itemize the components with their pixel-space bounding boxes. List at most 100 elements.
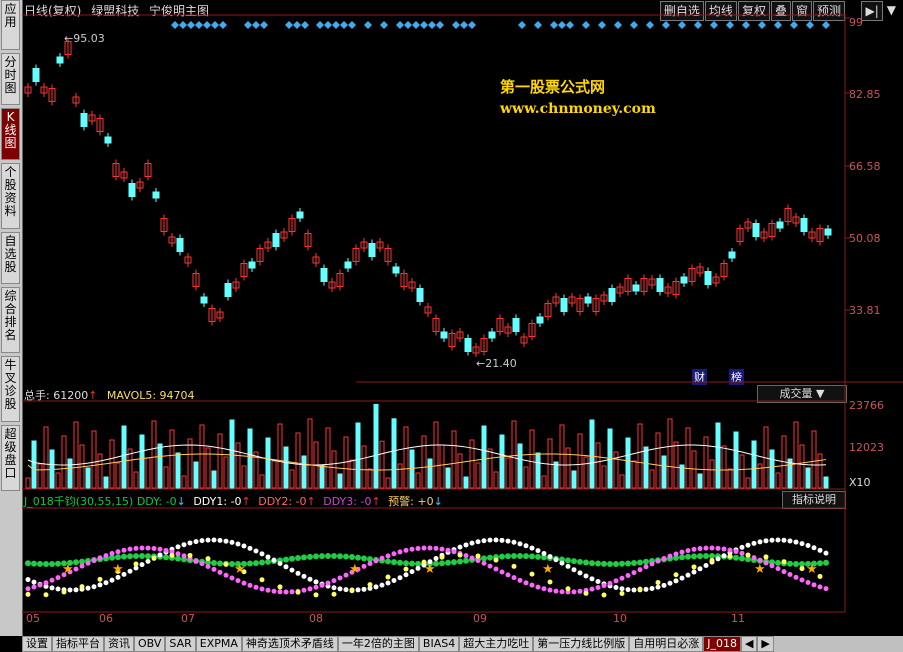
tab-settings[interactable]: 设置 [22, 636, 52, 652]
volume-bar [43, 426, 49, 489]
signal-marker [646, 21, 654, 29]
ddy2-dot [427, 545, 433, 551]
volume-bar [271, 460, 277, 489]
tab-tomorrow-rise[interactable]: 自用明日必涨 [629, 636, 704, 652]
ddy1-dot [157, 552, 163, 558]
scroll-left-icon[interactable]: ◀ [740, 636, 758, 652]
ddy-dot [817, 560, 823, 567]
ddy1-dot [385, 580, 391, 586]
candle-body [656, 278, 664, 292]
tab-big-money[interactable]: 超大主力吃吐 [459, 636, 534, 652]
volume-bar [577, 433, 583, 489]
ddy-dot [793, 560, 799, 567]
ddy3-dot [187, 552, 193, 558]
signal-marker [662, 21, 670, 29]
ddy-dot [487, 554, 493, 561]
ddy1-dot [703, 562, 709, 568]
signal-marker [566, 21, 574, 29]
candle-body [488, 331, 496, 339]
signal-marker [614, 21, 622, 29]
volume-bar [145, 457, 151, 489]
ddy2-dot [703, 545, 709, 551]
ddy-dot [145, 553, 151, 560]
ddy3-dot [493, 557, 499, 563]
scroll-right-icon[interactable]: ▶ [757, 636, 774, 652]
volume-bar [631, 460, 637, 489]
chart-canvas[interactable]: ★ ★ ★ ★ ★ ★ ★ ★ [0, 0, 903, 636]
volume-bar [133, 471, 139, 489]
ddy1-dot [583, 573, 589, 579]
ddy3-dot [223, 561, 229, 567]
ddy1-dot [109, 577, 115, 583]
ddy3-dot [25, 591, 31, 597]
ddy2-dot [805, 580, 811, 586]
ddy-dot [619, 560, 625, 567]
tab-news[interactable]: 资讯 [104, 636, 134, 652]
ddy-dot [625, 560, 631, 567]
ddy1-dot [649, 585, 655, 591]
ddy-dot [73, 559, 79, 566]
volume-bar [733, 431, 739, 489]
ddy-dot [115, 554, 121, 561]
ddy1-dot [25, 577, 31, 583]
tab-j018[interactable]: J_018 [703, 636, 741, 652]
volume-bar [163, 466, 169, 489]
tab-expma[interactable]: EXPMA [195, 636, 242, 652]
ddy-dot [385, 558, 391, 565]
volume-bar [715, 422, 721, 489]
ddy2-dot [781, 569, 787, 575]
tab-top-selection[interactable]: 神奇选顶术矛盾线 [241, 636, 338, 652]
ddy1-dot [577, 570, 583, 576]
candle-body [536, 316, 544, 324]
ddy-dot [253, 560, 259, 567]
volume-bar [361, 445, 367, 489]
ddy-dot [529, 553, 535, 560]
ddy1-dot [535, 548, 541, 554]
signal-marker [630, 21, 638, 29]
ddy2-dot [31, 584, 37, 590]
ddy1-dot [373, 584, 379, 590]
volume-bar [175, 452, 181, 489]
warning-star-icon: ★ [754, 562, 766, 577]
ddy3-dot [385, 574, 391, 580]
signal-marker [726, 21, 734, 29]
candle-body [32, 68, 40, 82]
ddy2-dot [439, 546, 445, 552]
ddy1-dot [511, 539, 517, 545]
tab-obv[interactable]: OBV [134, 636, 166, 652]
candle-body [440, 331, 448, 339]
ddy2-dot [793, 574, 799, 580]
ddy3-dot [799, 566, 805, 572]
ddy1-dot [31, 579, 37, 585]
volume-bar [745, 477, 751, 489]
ddy1-dot [523, 543, 529, 549]
ddy3-dot [673, 572, 679, 578]
volume-bar [31, 440, 37, 489]
ddy1-dot [805, 543, 811, 549]
ddy2-dot [769, 563, 775, 569]
volume-bar [601, 465, 607, 489]
volume-bar [415, 472, 421, 489]
volume-bar [97, 453, 103, 489]
ddy-dot [247, 560, 253, 567]
tab-indicator-platform[interactable]: 指标平台 [52, 636, 104, 652]
tab-sar[interactable]: SAR [165, 636, 196, 652]
ddy2-dot [691, 546, 697, 552]
candle-body [224, 283, 232, 297]
ddy2-dot [613, 578, 619, 584]
ddy-dot [499, 553, 505, 560]
tab-main-chart[interactable]: 一年2倍的主图 [337, 636, 419, 652]
volume-bar [649, 469, 655, 489]
tab-bias4[interactable]: BIAS4 [418, 636, 460, 652]
volume-bar [811, 430, 817, 489]
ddy3-dot [709, 557, 715, 563]
ddy2-dot [337, 575, 343, 581]
volume-bar [709, 459, 715, 489]
ddy-dot [697, 553, 703, 560]
ddy2-dot [811, 582, 817, 588]
signal-marker [774, 21, 782, 29]
ddy2-dot [823, 586, 829, 592]
tab-pressure-line[interactable]: 第一压力线比例版 [533, 636, 630, 652]
volume-bar [295, 432, 301, 489]
volume-bar [217, 433, 223, 489]
